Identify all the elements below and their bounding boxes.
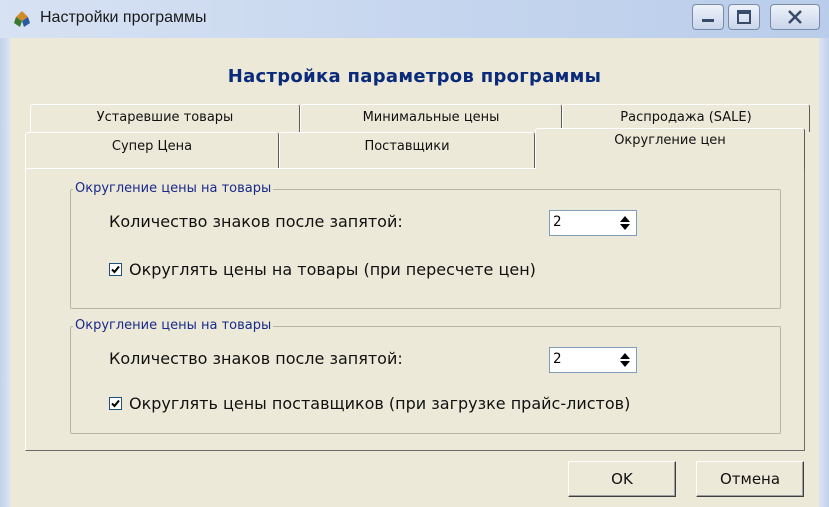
checkbox-box[interactable] (109, 397, 122, 410)
tab-price-rounding[interactable]: Округление цен (535, 128, 805, 169)
decimal-places-stepper[interactable]: 2 (549, 210, 637, 236)
tab-super-price[interactable]: Супер Цена (25, 132, 279, 168)
dialog-body: Настройка параметров программы Устаревши… (10, 38, 819, 507)
tab-label: Округление цен (614, 133, 726, 148)
group-label: Округление цены на товары (73, 181, 274, 196)
window-frame-left (0, 38, 10, 507)
page-title: Настройка параметров программы (227, 66, 602, 87)
round-suppliers-checkbox[interactable]: Округлять цены поставщиков (при загрузке… (109, 394, 630, 413)
checkmark-icon (111, 265, 120, 274)
tab-minimum-prices[interactable]: Минимальные цены (300, 104, 562, 132)
checkmark-icon (111, 399, 120, 408)
group-label: Округление цены на товары (73, 318, 274, 333)
rounding-group-suppliers: Округление цены на товары Количество зна… (70, 318, 781, 434)
app-icon (14, 11, 30, 27)
decimal-places-stepper[interactable]: 2 (549, 347, 637, 373)
tab-label: Супер Цена (111, 139, 193, 154)
spin-arrows-icon[interactable] (616, 350, 634, 370)
tab-label: Минимальные цены (362, 110, 500, 125)
maximize-icon (737, 10, 751, 24)
minimize-icon (702, 19, 714, 22)
close-button[interactable] (770, 4, 820, 30)
maximize-button[interactable] (728, 4, 760, 30)
round-goods-checkbox[interactable]: Округлять цены на товары (при пересчете … (109, 260, 536, 279)
tab-panel: Округление цены на товары Количество зна… (25, 168, 805, 451)
rounding-group-goods: Округление цены на товары Количество зна… (70, 181, 781, 309)
checkbox-label: Округлять цены поставщиков (при загрузке… (129, 394, 631, 413)
checkbox-box[interactable] (109, 263, 122, 276)
title-bar[interactable]: Настройки программы (0, 0, 829, 38)
tab-suppliers[interactable]: Поставщики (279, 132, 535, 168)
stepper-value: 2 (553, 214, 562, 230)
decimal-places-label: Количество знаков после запятой: (109, 349, 403, 368)
tab-label: Устаревшие товары (96, 110, 234, 125)
minimize-button[interactable] (692, 4, 724, 30)
tab-label: Поставщики (364, 139, 450, 154)
window-title: Настройки программы (40, 9, 207, 26)
ok-button[interactable]: OK (568, 461, 676, 497)
tab-outdated-goods[interactable]: Устаревшие товары (30, 104, 300, 132)
cancel-button[interactable]: Отмена (696, 461, 804, 497)
checkbox-label: Округлять цены на товары (при пересчете … (129, 260, 536, 279)
close-icon (788, 10, 802, 24)
window-frame-right (819, 38, 829, 507)
stepper-value: 2 (553, 351, 562, 367)
decimal-places-label: Количество знаков после запятой: (109, 212, 403, 231)
spin-arrows-icon[interactable] (616, 213, 634, 233)
